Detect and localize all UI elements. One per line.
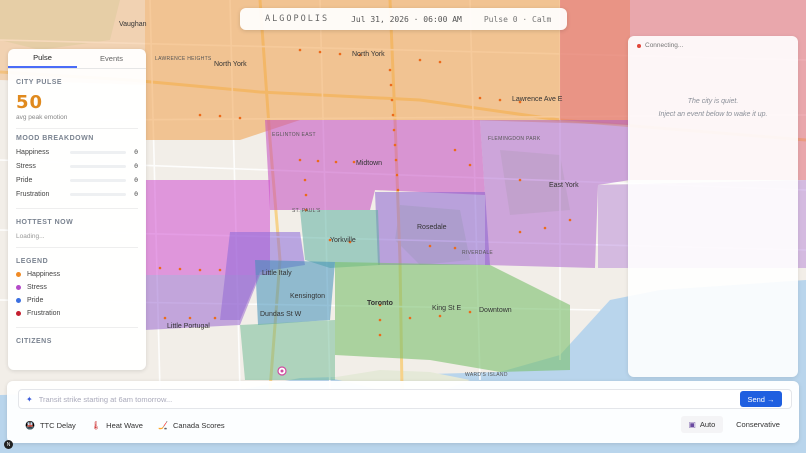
simulation-datetime: Jul 31, 2026 · 06:00 AM (351, 14, 462, 24)
panel-tabs: Pulse Events (8, 49, 146, 69)
event-feed-panel: Connecting... The city is quiet. Inject … (628, 36, 798, 377)
map-label-nb-flemingdon: FLEMINGDON PARK (488, 136, 541, 142)
legend-item-happiness: Happiness (16, 268, 138, 281)
legend-label: Pride (27, 297, 44, 304)
tab-events[interactable]: Events (77, 49, 146, 68)
preset-label: Heat Wave (106, 421, 143, 430)
legend-dot (16, 285, 21, 290)
city-pulse-value: 50 (16, 92, 44, 113)
city-pulse-caption: avg peak emotion (16, 114, 68, 121)
connection-status: Connecting... (628, 36, 798, 55)
divider (16, 247, 138, 248)
map-label-king-st-e: King St E (432, 305, 462, 312)
auto-mode-icon: ▣ (688, 420, 696, 429)
preset-label: TTC Delay (39, 421, 76, 430)
mood-bar (70, 164, 126, 168)
map-label-east-york: East York (549, 182, 579, 189)
map-label-nb-lawrence: LAWRENCE HEIGHTS (155, 56, 212, 62)
map-label-nb-riverdale: RIVERDALE (462, 250, 493, 256)
mood-breakdown-title: MOOD BREAKDOWN (16, 135, 94, 142)
mood-value: 0 (134, 148, 138, 156)
mood-label: Stress (16, 162, 36, 170)
empty-state-line2: Inject an event below to wake it up. (658, 111, 768, 118)
map-label-city: Toronto (367, 300, 393, 307)
legend-item-stress: Stress (16, 281, 138, 294)
preset-heat-wave[interactable]: 🌡 Heat Wave (91, 418, 143, 433)
citizens-title: CITIZENS (16, 338, 52, 345)
mood-label: Happiness (16, 148, 50, 156)
preset-label: Canada Scores (172, 421, 225, 430)
pulse-status: Pulse 0 · Calm (483, 14, 552, 24)
sparkle-icon: ✦ (26, 394, 33, 404)
divider (16, 327, 138, 328)
mode-auto-toggle[interactable]: ▣ Auto (681, 416, 723, 433)
divider (16, 208, 138, 209)
mode-label: Auto (699, 420, 716, 429)
app-brand: ALGOPOLIS (265, 14, 330, 24)
tab-pulse[interactable]: Pulse (8, 49, 77, 68)
mood-label: Pride (16, 176, 33, 184)
mood-label: Frustration (16, 190, 50, 198)
event-input-wrapper: ✦ (18, 389, 792, 409)
legend-dot (16, 311, 21, 316)
train-icon: 🚇 (25, 421, 35, 430)
legend-item-pride: Pride (16, 294, 138, 307)
mood-row-pride: Pride 0 (16, 173, 138, 187)
legend-label: Frustration (27, 310, 61, 317)
hottest-now-status: Loading... (16, 233, 45, 240)
city-pulse-title: CITY PULSE (16, 79, 63, 86)
mood-bar (70, 178, 126, 182)
empty-state: The city is quiet. Inject an event below… (628, 95, 798, 121)
empty-state-line1: The city is quiet. (687, 98, 739, 105)
map-label-lawrence-ave-e: Lawrence Ave E (512, 96, 563, 103)
map-label-nb-stpauls: ST. PAUL'S (292, 208, 321, 214)
preset-ttc-delay[interactable]: 🚇 TTC Delay (25, 418, 76, 433)
connection-status-text: Connecting... (645, 42, 684, 49)
legend-dot (16, 272, 21, 277)
legend-label: Stress (27, 284, 47, 291)
map-label-nb-eglinton: EGLINTON EAST (272, 132, 316, 138)
mood-value: 0 (134, 162, 138, 170)
map-label-kensington: Kensington (290, 293, 325, 300)
divider (16, 128, 138, 129)
hockey-icon: 🏒 (158, 421, 168, 430)
mode-conservative-toggle[interactable]: Conservative (729, 416, 787, 433)
app-logo-icon: N (4, 440, 13, 449)
map-label-downtown: Downtown (479, 307, 512, 314)
map-label-dundas: Dundas St W (260, 311, 302, 318)
legend-item-frustration: Frustration (16, 307, 138, 320)
left-panel: Pulse Events CITY PULSE 50 avg peak emot… (8, 49, 146, 370)
status-dot-icon (637, 43, 641, 48)
mode-label: Conservative (736, 420, 780, 429)
hottest-now-title: HOTTEST NOW (16, 219, 74, 226)
legend-dot (16, 298, 21, 303)
mood-row-happiness: Happiness 0 (16, 145, 138, 159)
legend-title: LEGEND (16, 258, 49, 265)
send-button[interactable]: Send → (740, 391, 782, 407)
mood-value: 0 (134, 176, 138, 184)
map-label-rosedale: Rosedale (417, 224, 447, 231)
map-label-little-portugal: Little Portugal (167, 323, 210, 330)
map-label-vaughan: Vaughan (119, 21, 147, 28)
top-status-bar: ALGOPOLIS Jul 31, 2026 · 06:00 AM Pulse … (240, 8, 567, 30)
preset-canada-scores[interactable]: 🏒 Canada Scores (158, 418, 225, 433)
legend-label: Happiness (27, 271, 61, 278)
map-label-little-italy: Little Italy (262, 270, 292, 277)
mood-row-stress: Stress 0 (16, 159, 138, 173)
app-root: Vaughan North York North York Midtown Yo… (0, 0, 806, 453)
map-label-yorkville: Yorkville (330, 237, 356, 244)
map-label-nb-wards: WARD'S ISLAND (465, 372, 508, 378)
event-input[interactable] (38, 394, 791, 404)
mood-row-frustration: Frustration 0 (16, 187, 138, 201)
thermometer-icon: 🌡 (91, 421, 102, 430)
map-label-midtown: Midtown (356, 160, 382, 167)
event-composer: ✦ Send → 🚇 TTC Delay 🌡 Heat Wave 🏒 Canad… (7, 381, 799, 443)
map-label-north-york-a: North York (352, 51, 385, 58)
map-label-north-york-b: North York (214, 61, 247, 68)
mood-bar (70, 192, 126, 196)
mood-bar (70, 150, 126, 154)
mood-value: 0 (134, 190, 138, 198)
